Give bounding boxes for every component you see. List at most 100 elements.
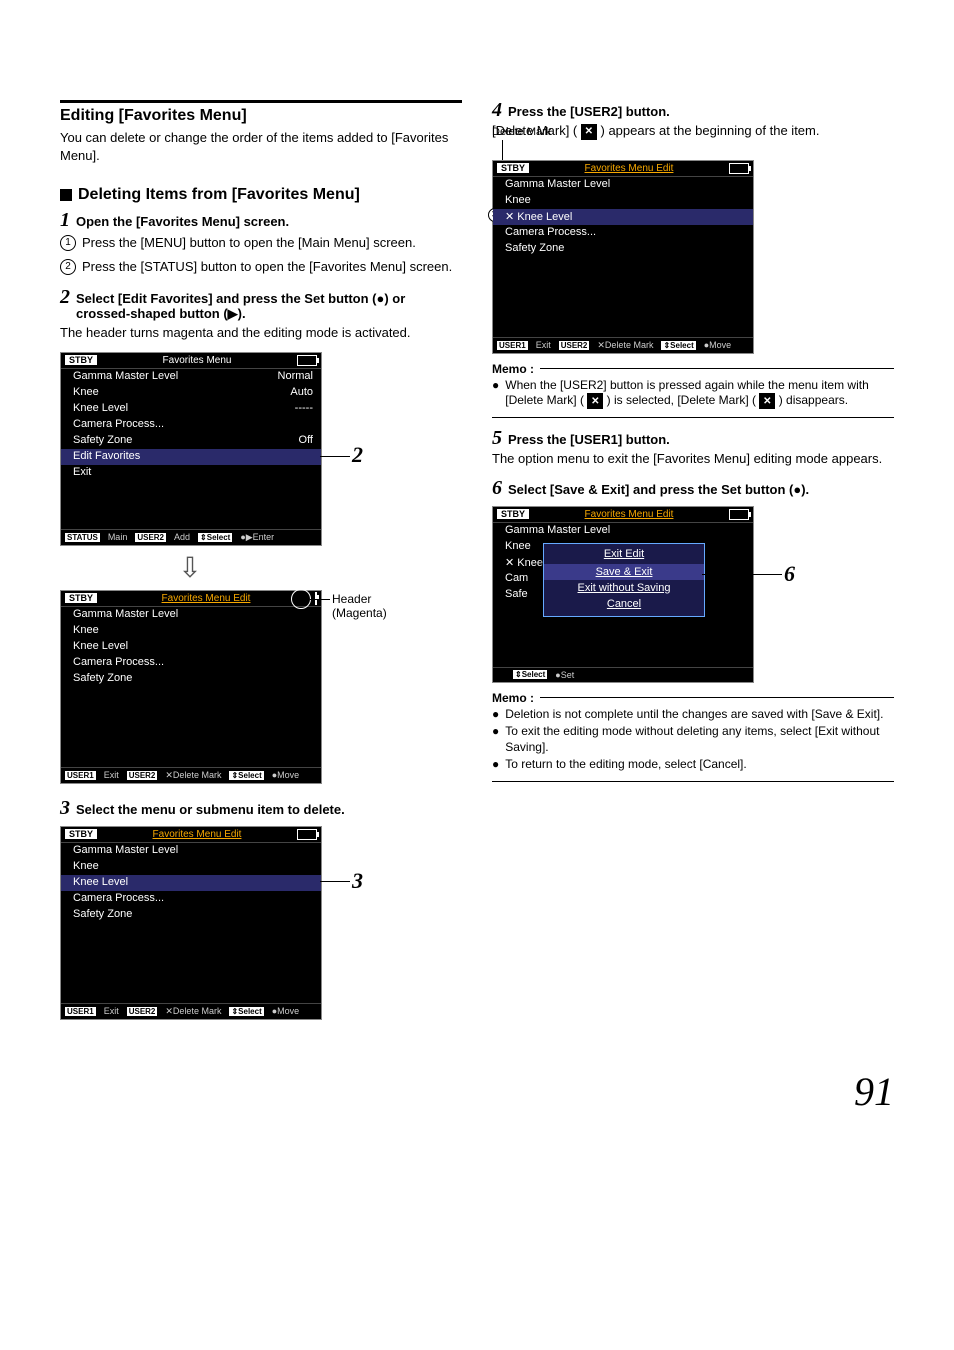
step-title: Select the menu or submenu item to delet… [76, 802, 345, 817]
screen-footer: USER1ExitUSER2✕Delete Mark⇕Select●Move [61, 767, 321, 783]
memo-header: Memo : [492, 362, 894, 376]
row-value: ----- [295, 402, 313, 416]
row-label: Knee [73, 860, 99, 874]
footer-label: ✕Delete Mark [597, 340, 653, 351]
screen-d-wrap: Delete Mark ✕ STBY Favorites Menu Edit G… [492, 160, 894, 354]
bullet-icon: ● [492, 724, 499, 755]
callout-line [310, 599, 330, 600]
screen-rows: Gamma Master LevelKnee✕ Knee LevelCamera… [493, 176, 753, 337]
callout-line [702, 574, 782, 575]
footer-badge: USER2 [559, 341, 590, 350]
footer-label: ●Move [272, 770, 299, 780]
stby-badge: STBY [497, 509, 529, 519]
exit-edit-popup: Exit Edit Save & Exit Exit without Savin… [543, 543, 705, 617]
stby-badge: STBY [65, 829, 97, 839]
row-label: Knee [505, 194, 531, 208]
battery-icon [729, 163, 749, 174]
screen-title: Favorites Menu Edit [585, 163, 674, 174]
footer-badge: USER1 [497, 341, 528, 350]
row-label: Camera Process... [73, 418, 164, 432]
screen-row: Safety Zone [61, 671, 321, 687]
footer-label: ●Move [704, 340, 731, 350]
screen-row-empty [61, 735, 321, 751]
step-title: Press the [USER2] button. [508, 104, 670, 119]
memo2-text: Deletion is not complete until the chang… [505, 707, 883, 723]
screen-row: Exit [61, 465, 321, 481]
screen-row-empty [493, 635, 753, 651]
footer-badge: ⇕Select [513, 670, 547, 679]
screen-select-item: STBY Favorites Menu Edit Gamma Master Le… [60, 826, 322, 1020]
screen-row-empty [61, 703, 321, 719]
screen-row: Gamma Master LevelNormal [61, 369, 321, 385]
row-label: Gamma Master Level [73, 608, 178, 622]
callout-2: 2 [352, 442, 363, 468]
memo2-item: ●To return to the editing mode, select [… [492, 757, 894, 773]
screen-favorites-edit: STBY Favorites Menu Edit Gamma Master Le… [60, 590, 322, 784]
screen-footer: ⇕Select ●Set [493, 667, 753, 682]
stby-badge: STBY [65, 593, 97, 603]
screen-footer: USER1ExitUSER2✕Delete Mark⇕Select●Move [493, 337, 753, 353]
row-label: Knee [73, 386, 99, 400]
delete-mark-caption: Delete Mark [492, 126, 551, 138]
step-num: 2 [60, 287, 70, 307]
memo-label: Memo : [492, 362, 534, 376]
memo-end-line [492, 417, 894, 418]
footer-badge: ⇕Select [661, 341, 695, 350]
row-label: Safety Zone [73, 908, 132, 922]
intro-text: You can delete or change the order of th… [60, 129, 462, 164]
memo1-item: ● When the [USER2] button is pressed aga… [492, 378, 894, 410]
screen-row-empty [61, 687, 321, 703]
memo1-list: ● When the [USER2] button is pressed aga… [492, 378, 894, 410]
screen-titlebar: STBY Favorites Menu Edit [61, 591, 321, 606]
right-column: 4 Press the [USER2] button. [Delete Mark… [492, 100, 894, 1028]
footer-label: ●Move [272, 1006, 299, 1016]
step4-body: [Delete Mark] ( ✕ ) appears at the begin… [492, 122, 894, 140]
screen-row: Camera Process... [61, 417, 321, 433]
row-label: Safety Zone [505, 242, 564, 256]
screen-row-empty [493, 257, 753, 273]
step-4: 4 Press the [USER2] button. [492, 100, 894, 120]
header-label: Header (Magenta) [332, 592, 387, 621]
circled-num-icon: 1 [60, 235, 76, 251]
row-label: Knee Level [73, 876, 128, 890]
screen-title: Favorites Menu Edit [585, 509, 674, 520]
sub-heading: Deleting Items from [Favorites Menu] [60, 186, 462, 204]
screen-row: Safety Zone [493, 241, 753, 257]
screen-title: Favorites Menu Edit [162, 593, 251, 604]
bullet-icon: ● [492, 757, 499, 773]
screen-row-empty [61, 751, 321, 767]
footer-badge: ⇕Select [229, 1007, 263, 1016]
screen-footer: STATUSMainUSER2Add⇕Select●▶Enter [61, 529, 321, 545]
memo1-text: When the [USER2] button is pressed again… [505, 378, 894, 410]
popup-item-cancel: Cancel [544, 596, 704, 612]
delete-mark-icon: ✕ [581, 124, 597, 140]
footer-label: ●Set [555, 670, 574, 680]
screen-b-wrap: STBY Favorites Menu Edit Gamma Master Le… [60, 590, 462, 784]
screen-titlebar: STBY Favorites Menu Edit [493, 507, 753, 522]
callout-line [320, 881, 350, 882]
battery-icon [297, 355, 317, 366]
row-value: Auto [290, 386, 313, 400]
footer-badge: USER1 [65, 771, 96, 780]
step-num: 4 [492, 100, 502, 120]
screen-rows: Gamma Master LevelKneeKnee LevelCamera P… [61, 606, 321, 767]
memo-end-line [492, 781, 894, 782]
step-title: Select [Save & Exit] and press the Set b… [508, 482, 809, 497]
screen-row: Gamma Master Level [61, 843, 321, 859]
screen-row-empty [61, 497, 321, 513]
screen-delete-mark: STBY Favorites Menu Edit Gamma Master Le… [492, 160, 754, 354]
screen-row: Knee Auto [61, 385, 321, 401]
screen-row-empty [61, 719, 321, 735]
screen-row-empty [493, 619, 753, 635]
row-label: Camera Process... [505, 226, 596, 240]
row-label: Gamma Master Level [505, 524, 610, 538]
header-circle-icon [291, 589, 311, 609]
memo2-item: ●To exit the editing mode without deleti… [492, 724, 894, 755]
footer-badge: STATUS [65, 533, 100, 542]
callout-3: 3 [352, 868, 363, 894]
row-label: Knee [73, 624, 99, 638]
step1-substeps: 1 Press the [MENU] button to open the [M… [60, 234, 462, 275]
screen-row: Knee Level [61, 639, 321, 655]
screen-row-empty [493, 305, 753, 321]
screen-row-empty [61, 971, 321, 987]
